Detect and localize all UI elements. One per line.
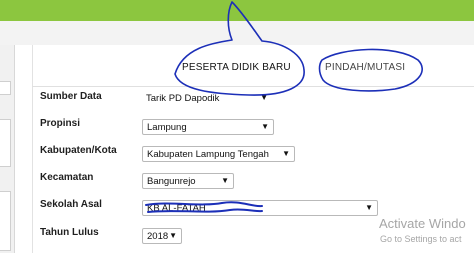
pen-annotation-arrow	[174, 1, 305, 96]
pen-annotation-redaction	[145, 201, 263, 213]
annotation-overlay	[145, 1, 423, 213]
pen-annotation-circle	[318, 48, 423, 92]
